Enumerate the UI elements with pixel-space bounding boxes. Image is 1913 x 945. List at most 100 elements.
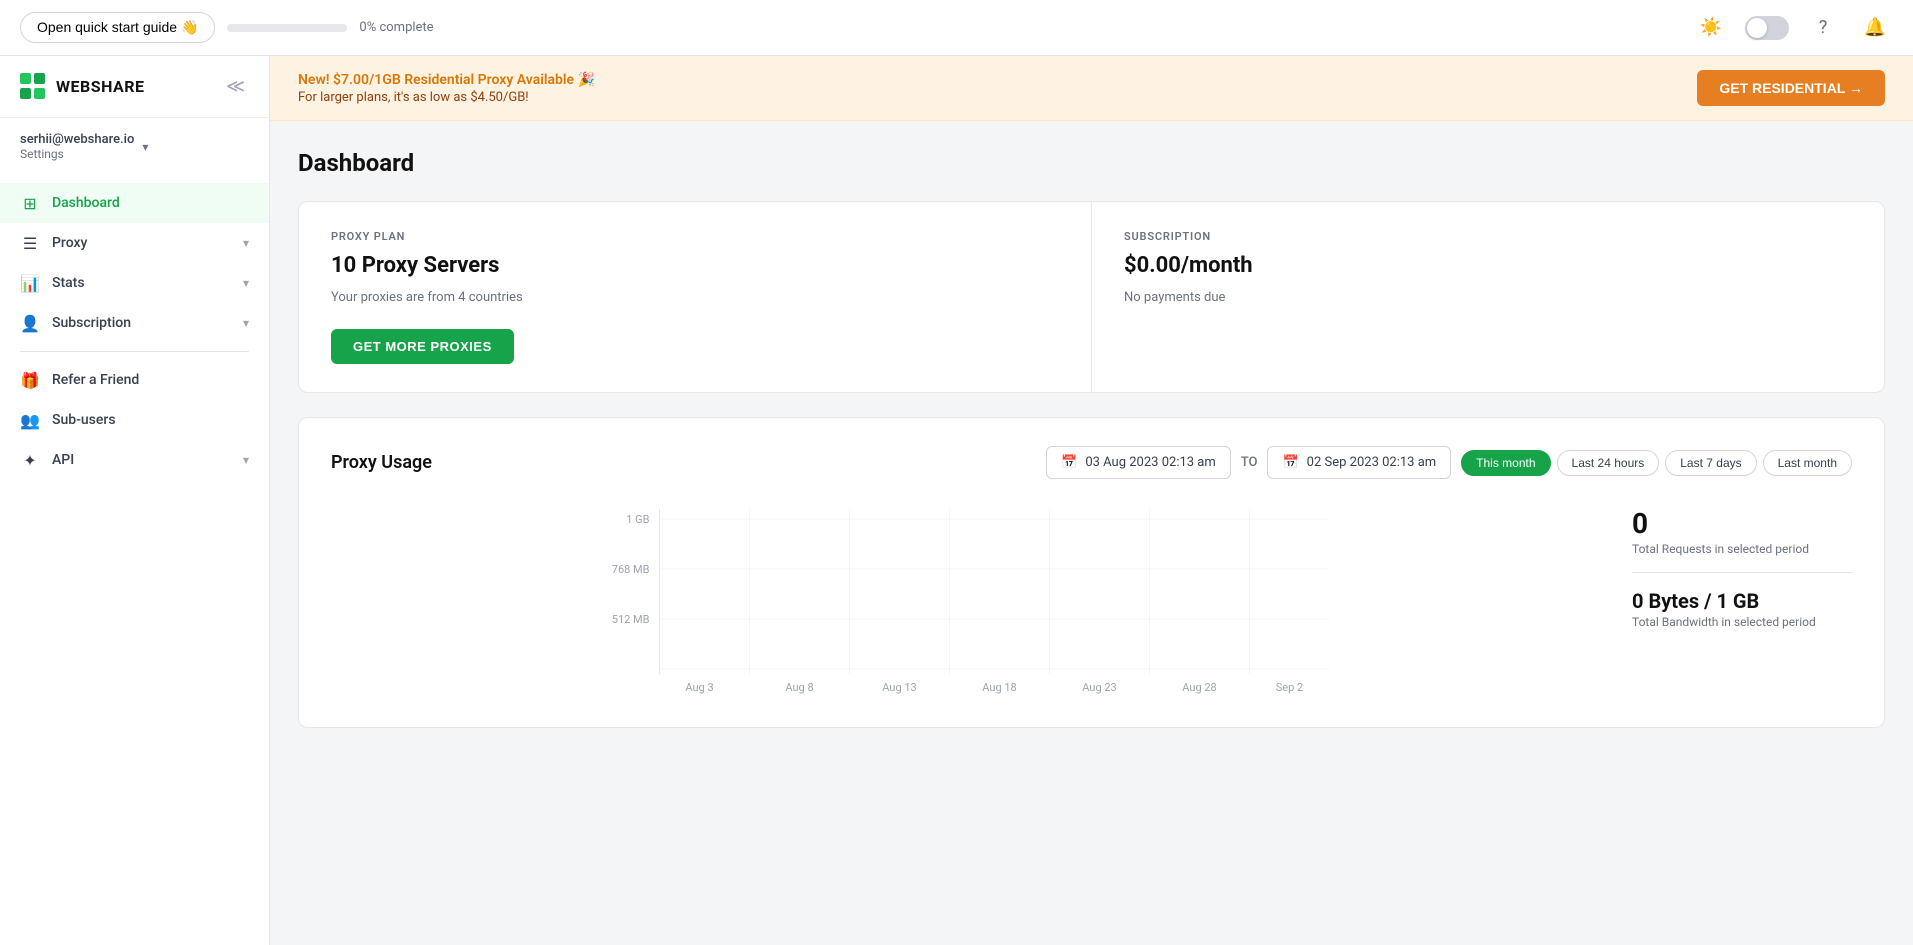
total-requests-stat: 0 Total Requests in selected period (1632, 507, 1852, 556)
date-from-input[interactable]: 📅 03 Aug 2023 02:13 am (1046, 446, 1231, 479)
cards-row: PROXY PLAN 10 Proxy Servers Learn More Y… (298, 201, 1885, 393)
dashboard-icon: ⊞ (20, 193, 40, 213)
subscription-price: $0.00/month (1124, 253, 1852, 278)
api-icon: ✦ (20, 450, 40, 470)
theme-toggle[interactable] (1745, 16, 1789, 40)
sidebar-item-subusers[interactable]: 👥 Sub-users (0, 400, 269, 440)
date-from-value: 03 Aug 2023 02:13 am (1085, 455, 1215, 470)
subscription-label: SUBSCRIPTION (1124, 230, 1852, 243)
sidebar-divider (20, 351, 249, 352)
nav-label-subscription: Subscription (52, 315, 231, 331)
proxy-plan-info: PROXY PLAN 10 Proxy Servers (331, 230, 499, 290)
calendar-to-icon: 📅 (1282, 455, 1298, 470)
date-to-value: 02 Sep 2023 02:13 am (1307, 455, 1437, 470)
usage-section: Proxy Usage 📅 03 Aug 2023 02:13 am TO 📅 … (298, 417, 1885, 728)
svg-text:Aug 8: Aug 8 (785, 681, 813, 694)
progress-text: 0% complete (359, 20, 433, 35)
logo-text: WEBSHARE (56, 77, 145, 96)
total-requests-value: 0 (1632, 507, 1852, 540)
nav-label-stats: Stats (52, 275, 231, 291)
bandwidth-value: 0 Bytes / 1 GB (1632, 589, 1852, 613)
proxy-plan-label: PROXY PLAN (331, 230, 499, 243)
proxy-chevron-icon: ▾ (243, 236, 249, 250)
nav-label-subusers: Sub-users (52, 412, 249, 428)
stats-chevron-icon: ▾ (243, 276, 249, 290)
usage-chart: 1 GB 768 MB 512 MB (331, 499, 1608, 699)
subusers-icon: 👥 (20, 410, 40, 430)
banner-subtitle: For larger plans, it's as low as $4.50/G… (298, 90, 595, 105)
date-separator: TO (1241, 455, 1258, 470)
progress-bar-wrap (227, 24, 347, 32)
quick-start-label: Open quick start guide 👋 (37, 19, 198, 36)
subscription-icon: 👤 (20, 313, 40, 333)
svg-text:Aug 23: Aug 23 (1082, 681, 1116, 694)
chart-layout: 1 GB 768 MB 512 MB (331, 499, 1852, 699)
proxy-plan-title: 10 Proxy Servers (331, 253, 499, 278)
get-more-proxies-button[interactable]: GET MORE PROXIES (331, 329, 514, 364)
calendar-from-icon: 📅 (1061, 455, 1077, 470)
svg-text:Aug 28: Aug 28 (1182, 681, 1216, 694)
user-email: serhii@webshare.io (20, 132, 134, 147)
user-settings-label: Settings (20, 147, 134, 161)
subscription-card: SUBSCRIPTION $0.00/month No payments due (1092, 202, 1884, 392)
sidebar-logo: WEBSHARE ≪ (0, 56, 269, 118)
nav-label-api: API (52, 452, 231, 468)
main-content: New! $7.00/1GB Residential Proxy Availab… (270, 56, 1913, 945)
filter-this-month[interactable]: This month (1461, 450, 1550, 476)
sidebar-item-subscription[interactable]: 👤 Subscription ▾ (0, 303, 269, 343)
total-requests-label: Total Requests in selected period (1632, 542, 1852, 556)
svg-text:Aug 3: Aug 3 (685, 681, 713, 694)
date-to-input[interactable]: 📅 02 Sep 2023 02:13 am (1267, 446, 1451, 479)
proxy-plan-card: PROXY PLAN 10 Proxy Servers Learn More Y… (299, 202, 1092, 392)
usage-controls: 📅 03 Aug 2023 02:13 am TO 📅 02 Sep 2023 … (1046, 446, 1852, 479)
collapse-sidebar-button[interactable]: ≪ (222, 72, 249, 101)
theme-icon[interactable]: ☀️ (1693, 10, 1729, 46)
promo-banner: New! $7.00/1GB Residential Proxy Availab… (270, 56, 1913, 121)
filter-last-month[interactable]: Last month (1763, 450, 1852, 476)
nav-label-proxy: Proxy (52, 235, 231, 251)
stat-divider (1632, 572, 1852, 573)
sidebar-item-api[interactable]: ✦ API ▾ (0, 440, 269, 480)
usage-title: Proxy Usage (331, 452, 432, 473)
help-icon[interactable]: ? (1805, 10, 1841, 46)
filter-last-24h[interactable]: Last 24 hours (1557, 450, 1660, 476)
sidebar: WEBSHARE ≪ serhii@webshare.io Settings ▾… (0, 56, 270, 945)
user-chevron-icon: ▾ (142, 140, 148, 154)
svg-text:Aug 18: Aug 18 (982, 681, 1016, 694)
subscription-chevron-icon: ▾ (243, 316, 249, 330)
sidebar-nav: ⊞ Dashboard ☰ Proxy ▾ 📊 Stats ▾ 👤 Subscr… (0, 175, 269, 488)
usage-header: Proxy Usage 📅 03 Aug 2023 02:13 am TO 📅 … (331, 446, 1852, 479)
notifications-icon[interactable]: 🔔 (1857, 10, 1893, 46)
proxy-icon: ☰ (20, 233, 40, 253)
filter-last-7days[interactable]: Last 7 days (1665, 450, 1756, 476)
subscription-subtitle: No payments due (1124, 290, 1852, 305)
refer-icon: 🎁 (20, 370, 40, 390)
quick-start-button[interactable]: Open quick start guide 👋 (20, 12, 215, 43)
sidebar-item-proxy[interactable]: ☰ Proxy ▾ (0, 223, 269, 263)
svg-text:512 MB: 512 MB (612, 613, 650, 626)
get-residential-button[interactable]: GET RESIDENTIAL → (1697, 70, 1885, 106)
svg-text:768 MB: 768 MB (612, 563, 650, 576)
topbar-left: Open quick start guide 👋 0% complete (20, 12, 1677, 43)
logo-wrap: WEBSHARE (20, 73, 145, 101)
sidebar-item-stats[interactable]: 📊 Stats ▾ (0, 263, 269, 303)
sidebar-item-dashboard[interactable]: ⊞ Dashboard (0, 183, 269, 223)
main-layout: WEBSHARE ≪ serhii@webshare.io Settings ▾… (0, 56, 1913, 945)
chart-wrap: 1 GB 768 MB 512 MB (331, 499, 1608, 699)
api-chevron-icon: ▾ (243, 453, 249, 467)
user-info: serhii@webshare.io Settings (20, 132, 134, 161)
svg-text:Sep 2: Sep 2 (1276, 681, 1303, 694)
stats-icon: 📊 (20, 273, 40, 293)
page-title: Dashboard (298, 149, 1885, 177)
user-section[interactable]: serhii@webshare.io Settings ▾ (0, 118, 269, 175)
chart-stats: 0 Total Requests in selected period 0 By… (1632, 499, 1852, 699)
logo-icon (20, 73, 48, 101)
topbar: Open quick start guide 👋 0% complete ☀️ … (0, 0, 1913, 56)
bandwidth-label: Total Bandwidth in selected period (1632, 615, 1852, 629)
topbar-right: ☀️ ? 🔔 (1693, 10, 1893, 46)
dashboard-area: Dashboard PROXY PLAN 10 Proxy Servers Le… (270, 121, 1913, 945)
sidebar-item-refer[interactable]: 🎁 Refer a Friend (0, 360, 269, 400)
proxy-plan-subtitle: Your proxies are from 4 countries (331, 290, 1059, 305)
bandwidth-stat: 0 Bytes / 1 GB Total Bandwidth in select… (1632, 589, 1852, 629)
banner-text: New! $7.00/1GB Residential Proxy Availab… (298, 72, 595, 105)
